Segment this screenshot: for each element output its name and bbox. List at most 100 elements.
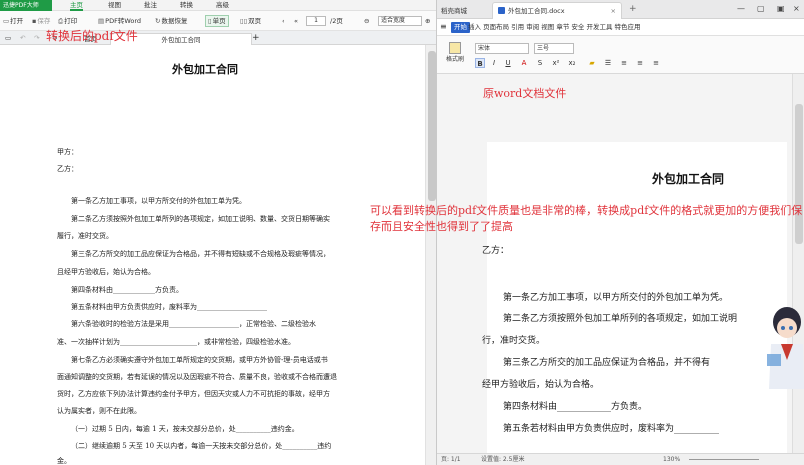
single-page-icon: ▯	[208, 17, 212, 25]
font-size-select[interactable]: 三号	[534, 43, 574, 54]
font-color-button[interactable]: A	[519, 58, 529, 68]
pdf-line: 面通知调整的交货期，若有延误的情况以及因瑕疵不符合、质量不良，验收或不合格而遭退	[57, 373, 337, 381]
align-center-button[interactable]: ≡	[635, 58, 645, 68]
maximize-icon[interactable]: ▢	[757, 4, 765, 13]
menu-annotate[interactable]: 批注	[144, 0, 157, 11]
pdf-app-name: 迅捷PDF大师	[0, 0, 52, 11]
paintbrush-icon	[449, 42, 461, 54]
word-status-bar: 页: 1/1 设置值: 2.5厘米 130%	[437, 453, 804, 465]
first-page-icon[interactable]: «	[294, 15, 298, 27]
recover-icon: ↻	[155, 17, 161, 25]
zoom-in-icon[interactable]: ⊕	[425, 15, 430, 27]
redo-icon[interactable]: ↷	[34, 32, 39, 44]
prev-page-icon[interactable]: ‹	[282, 15, 285, 27]
pdf-line: 第二条乙方须按照外包加工单所列的各项规定，如加工说明、数量、交货日期等确实	[71, 215, 330, 223]
pdf-scrollbar[interactable]	[425, 45, 436, 465]
pdf-line: （二）继续逾期 5 天至 10 天以内者，每逾一天按未交部分总价，处______…	[71, 442, 332, 450]
align-left-button[interactable]: ≡	[619, 58, 629, 68]
pdf-line: 第六条验收时的检验方法是采用____________________，正常检验、…	[71, 320, 316, 328]
pdf-scroll-thumb[interactable]	[428, 51, 436, 201]
pdf-to-word-button[interactable]: ▤PDF转Word	[98, 15, 141, 27]
folder-tab-icon[interactable]: ▭	[5, 32, 11, 44]
word-scrollbar[interactable]	[792, 74, 804, 453]
pdf-menubar: 迅捷PDF大师 主页 视图 批注 转换 高级	[0, 0, 436, 11]
tab-daoke-store[interactable]: 稻壳商城	[441, 5, 467, 15]
zoom-out-icon[interactable]: ⊖	[364, 15, 369, 27]
underline-button[interactable]: U	[503, 58, 513, 68]
pdf-line: 货时，乙方应依下列办法计算违约金付予甲方，但因天灾或人力不可抗拒的事故，经甲方	[57, 390, 330, 398]
pdf-line: 乙方：	[57, 165, 78, 173]
pdf-line: 第三条乙方所交的加工品应保证为合格品，并不得有短缺或不合规格及瑕疵等情况，	[71, 250, 330, 258]
pdf-line: 第七条乙方必须确实遵守外包加工单所规定的交货期，或甲方外协管-理-员电话或书	[71, 356, 328, 364]
word-ribbon: 格式刷 宋体 三号 B I U A S x² x₂ ▰ ☰ ≡ ≡ ≡	[437, 36, 804, 74]
status-settings: 设置值: 2.5厘米	[481, 456, 525, 463]
close-window-icon[interactable]: ×	[793, 4, 800, 13]
menu-hamburger-icon[interactable]: ≡	[440, 22, 447, 31]
word-titlebar: 稻壳商城 外包加工合同.docx × + — ▢ ▣ ×	[437, 0, 804, 19]
anime-avatar-sticker	[767, 307, 804, 389]
word-canvas	[437, 74, 792, 462]
zoom-slider[interactable]	[689, 459, 759, 460]
word-line: 第三条乙方所交的加工品应保证为合格品，并不得有	[503, 358, 711, 368]
font-family-select[interactable]: 宋体	[475, 43, 529, 54]
screen: 迅捷PDF大师 主页 视图 批注 转换 高级 ▭打开 ▪保存 ⎙打印 ▤PDF转…	[0, 0, 804, 465]
data-recover-button[interactable]: ↻数据恢复	[155, 15, 187, 27]
folder-icon: ▭	[3, 17, 10, 25]
page-total: /2页	[330, 17, 343, 25]
new-tab-icon[interactable]: +	[252, 32, 260, 44]
word-line: 经甲方验收后，始认为合格。	[482, 380, 600, 390]
word-menu-items[interactable]: 插入 页面布局 引用 审阅 视图 章节 安全 开发工具 特色应用	[468, 22, 641, 33]
pdf-doc-title: 外包加工合同	[172, 63, 238, 76]
menu-advanced[interactable]: 高级	[216, 0, 229, 11]
subscript-button[interactable]: x₂	[567, 58, 577, 68]
minimize-icon[interactable]: —	[737, 4, 745, 13]
format-painter-button[interactable]: 格式刷	[443, 42, 467, 64]
word-line: 行，准时交货。	[482, 336, 546, 346]
pdf-line: 第四条材料由____________方负责。	[71, 286, 183, 294]
strikethrough-button[interactable]: S	[535, 58, 545, 68]
pdf-line: 第五条材料由甲方负责供应时，废料率为____________________	[71, 303, 267, 311]
pdf-line: 准、一次抽样计划为______________________，或非常检验，四级…	[57, 338, 295, 346]
superscript-button[interactable]: x²	[551, 58, 561, 68]
pdf-line: 履行，准时交货。	[57, 232, 113, 240]
tab-word-document[interactable]: 外包加工合同.docx ×	[492, 2, 622, 19]
highlight-button[interactable]: ▰	[587, 58, 597, 68]
double-page-button[interactable]: ▯▯双页	[240, 15, 261, 27]
word-line: 第二条乙方须按照外包加工单所列的各项规定，如加工说明	[503, 314, 738, 324]
open-button[interactable]: ▭打开	[3, 15, 23, 27]
printer-icon: ⎙	[58, 17, 64, 25]
pdf-line: 第一条乙方加工事项，以甲方所交付的外包加工单为凭。	[71, 197, 246, 205]
word-line: 第五条若材料由甲方负责供应时，废料率为__________	[503, 424, 720, 434]
italic-button[interactable]: I	[489, 58, 499, 68]
pdf-line: 认为属实者，则不在此限。	[57, 407, 141, 415]
close-tab-icon[interactable]: ×	[611, 3, 616, 19]
annotation-converted-pdf: 转换后的pdf文件	[46, 29, 138, 43]
word-line: 乙方：	[482, 246, 510, 256]
word-doc-title: 外包加工合同	[651, 172, 724, 186]
save-button[interactable]: ▪保存	[32, 15, 50, 27]
align-right-button[interactable]: ≡	[651, 58, 661, 68]
menu-view[interactable]: 视图	[108, 0, 121, 11]
single-page-button[interactable]: ▯单页	[205, 15, 229, 27]
annotation-comparison: 可以看到转换后的pdf文件质量也是非常的棒，转换成pdf文件的格式就更加的方便我…	[370, 204, 803, 233]
word-line: 第一条乙方加工事项，以甲方所交付的外包加工单为凭。	[503, 293, 729, 303]
restore-icon[interactable]: ▣	[777, 4, 785, 13]
page-number-input[interactable]: 1	[306, 16, 326, 26]
save-icon: ▪	[32, 17, 37, 25]
double-page-icon: ▯▯	[240, 17, 248, 25]
word-menubar: ≡ 开始 插入 页面布局 引用 审阅 视图 章节 安全 开发工具 特色应用	[437, 19, 804, 36]
list-button[interactable]: ☰	[603, 58, 613, 68]
menu-convert[interactable]: 转换	[180, 0, 193, 11]
print-button[interactable]: ⎙打印	[58, 15, 77, 27]
word-doc-icon	[498, 7, 505, 14]
new-tab-icon[interactable]: +	[629, 4, 637, 14]
pdf-line: （一）过期 5 日内，每逾 1 天，按未交部分总价，处__________违约金…	[71, 425, 299, 433]
pdf-line: 且经甲方验收后，始认为合格。	[57, 268, 155, 276]
pdf-line: 金。	[57, 457, 71, 465]
undo-icon[interactable]: ↶	[20, 32, 25, 44]
word-icon: ▤	[98, 17, 105, 25]
menu-home[interactable]: 主页	[70, 0, 83, 11]
bold-button[interactable]: B	[475, 58, 485, 68]
zoom-select[interactable]: 适合宽度	[378, 16, 422, 26]
status-zoom[interactable]: 130%	[663, 454, 680, 465]
